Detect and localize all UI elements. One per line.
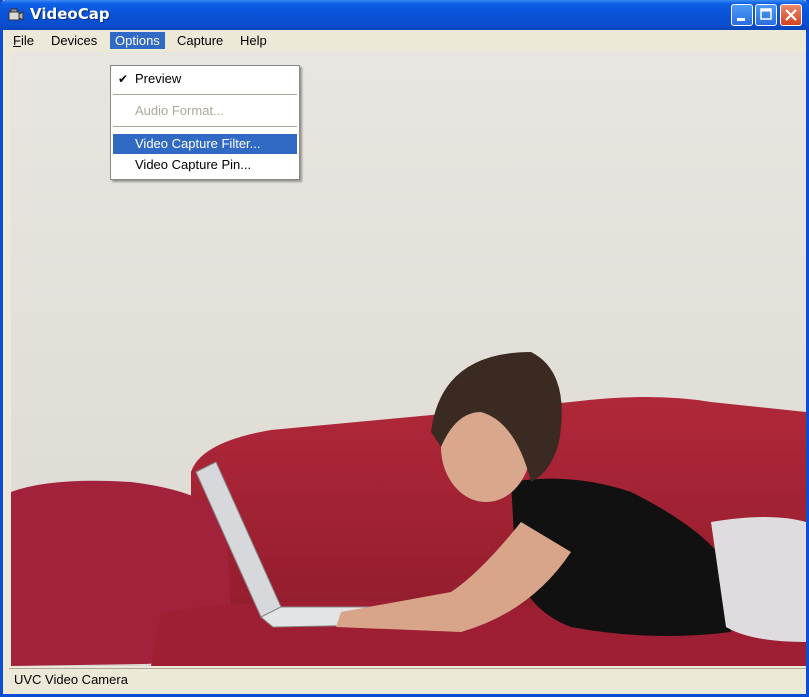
menu-item-audio-format: Audio Format... [135, 103, 224, 118]
menu-item-video-capture-pin[interactable]: Video Capture Pin... [113, 155, 297, 175]
menu-item-video-capture-filter[interactable]: Video Capture Filter... [113, 134, 297, 154]
app-window: VideoCap File Devices Options Capture He… [0, 0, 809, 697]
status-bar: UVC Video Camera [9, 668, 806, 689]
menu-item-preview-label: Preview [135, 71, 182, 86]
menu-file-mnemonic: F [13, 33, 21, 48]
close-icon [785, 9, 797, 21]
menu-separator [113, 94, 297, 95]
menu-capture[interactable]: Capture [172, 32, 228, 49]
status-text: UVC Video Camera [14, 672, 128, 687]
menu-file[interactable]: File [8, 32, 39, 49]
menu-item-preview[interactable]: ✔ Preview [113, 69, 297, 89]
maximize-icon [760, 8, 772, 20]
minimize-icon [737, 18, 745, 21]
menu-file-label: ile [20, 33, 34, 48]
menu-help[interactable]: Help [235, 32, 272, 49]
menu-bar: File Devices Options Capture Help [3, 30, 806, 51]
menu-devices[interactable]: Devices [46, 32, 102, 49]
title-bar[interactable]: VideoCap [0, 0, 809, 30]
minimize-button[interactable] [731, 4, 753, 26]
menu-options[interactable]: Options [110, 32, 165, 49]
menu-separator [113, 126, 297, 127]
close-button[interactable] [780, 4, 802, 26]
window-title: VideoCap [30, 5, 110, 23]
options-dropdown: ✔ Preview Audio Format... Video Capture … [110, 65, 300, 180]
checkmark-icon: ✔ [118, 72, 129, 86]
camera-icon [8, 8, 24, 21]
maximize-button[interactable] [755, 4, 777, 26]
